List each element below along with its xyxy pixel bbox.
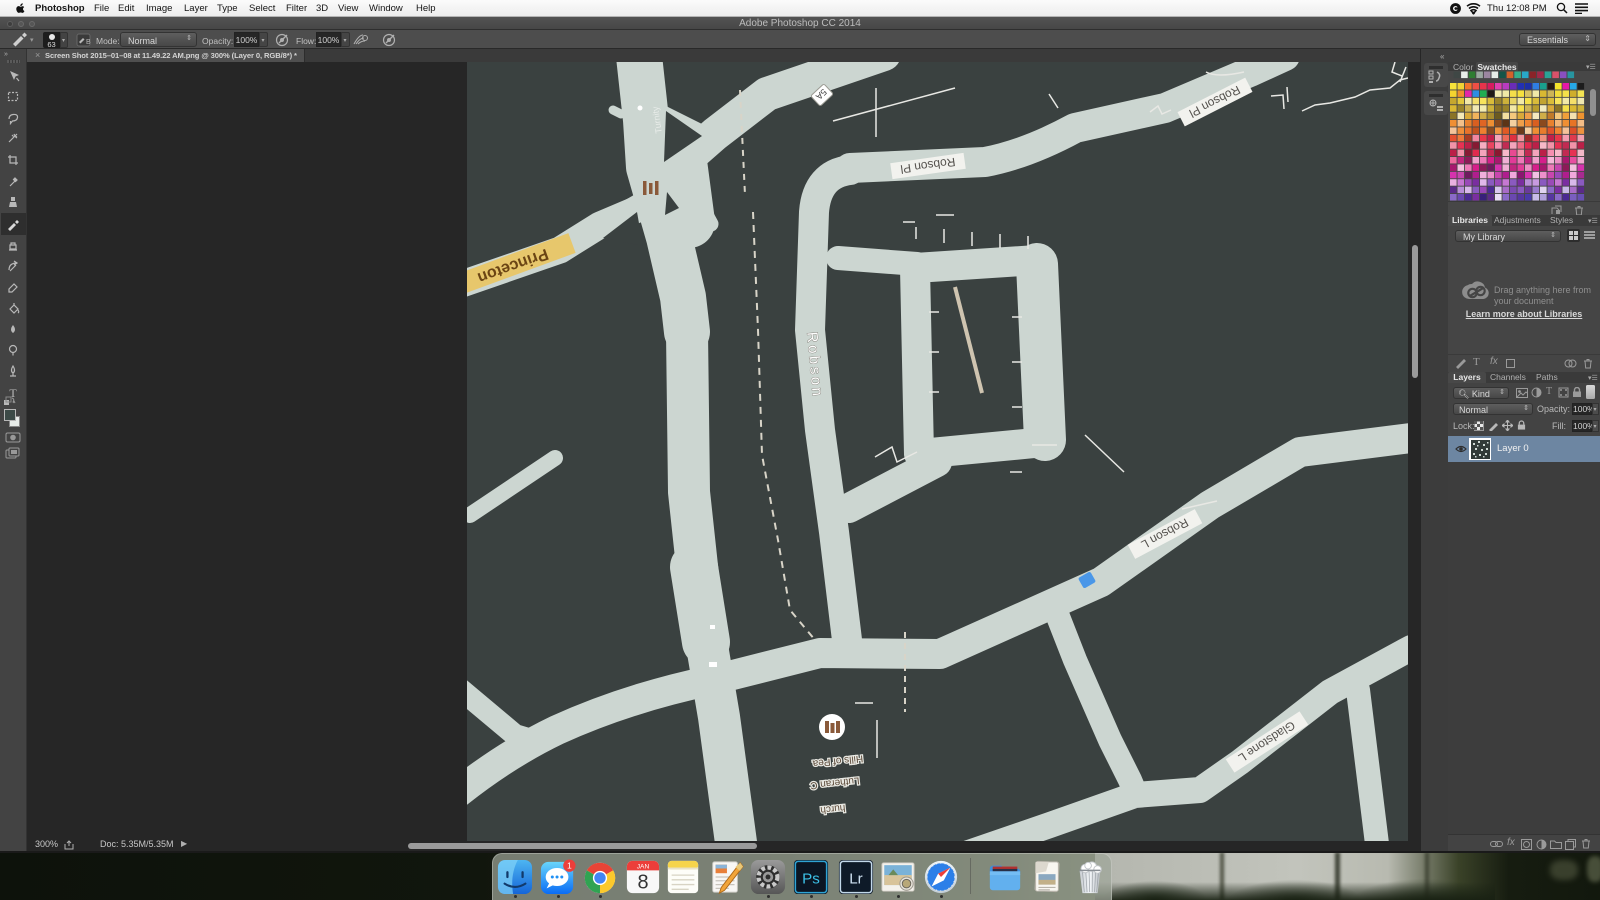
svg-text:8: 8 — [637, 871, 648, 893]
svg-text:Ps: Ps — [802, 871, 820, 888]
svg-text:1: 1 — [567, 860, 572, 870]
svg-text:B: B — [86, 39, 91, 46]
svg-text:Lr: Lr — [849, 871, 862, 888]
svg-text:JAN: JAN — [637, 863, 650, 870]
